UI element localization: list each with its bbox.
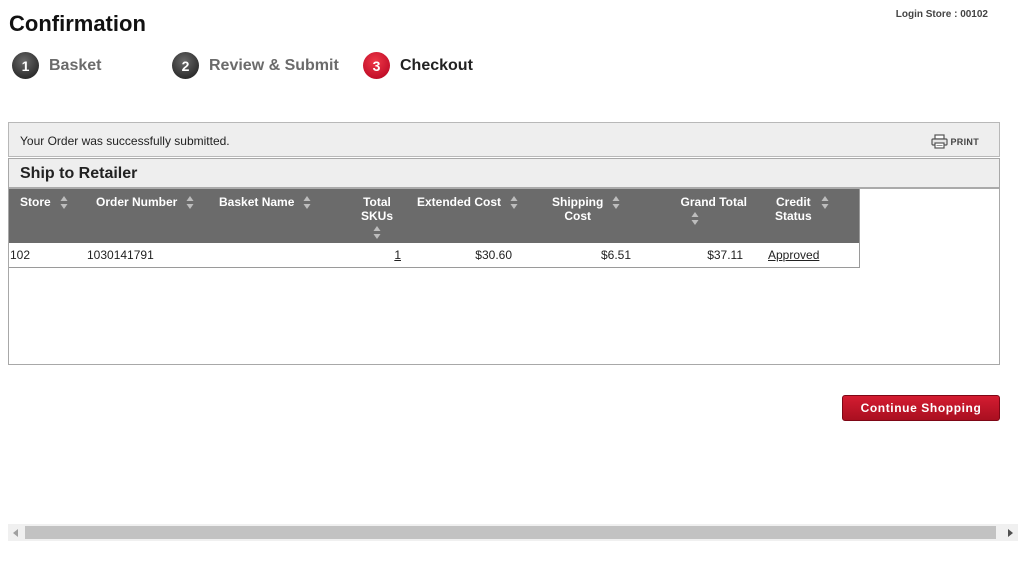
sort-icon xyxy=(691,212,699,225)
column-header-total-skus[interactable]: Total SKUs xyxy=(331,189,407,243)
column-header-extended-cost[interactable]: Extended Cost xyxy=(407,189,521,243)
sort-icon xyxy=(303,196,311,209)
sort-icon xyxy=(60,196,68,209)
table-header-row: Store Order Number Basket Name Total SKU… xyxy=(9,189,859,243)
step-number-1: 1 xyxy=(12,52,39,79)
ship-to-retailer-panel: Ship to Retailer Store Order Number Bask… xyxy=(8,158,1000,365)
order-status-bar: Your Order was successfully submitted. P… xyxy=(8,122,1000,157)
column-header-store[interactable]: Store xyxy=(9,189,77,243)
column-header-basket-name[interactable]: Basket Name xyxy=(203,189,331,243)
table-row: 102 1030141791 1 $30.60 $6.51 $37.11 App… xyxy=(9,243,859,267)
chevron-right-icon xyxy=(1008,528,1013,537)
step-label-checkout: Checkout xyxy=(400,56,473,74)
sort-icon xyxy=(510,196,518,209)
column-header-shipping-cost[interactable]: Shipping Cost xyxy=(521,189,641,243)
step-label-basket: Basket xyxy=(49,56,102,74)
print-label: PRINT xyxy=(950,136,979,147)
scroll-left-arrow[interactable] xyxy=(8,524,24,541)
total-skus-link[interactable]: 1 xyxy=(394,248,401,262)
cell-store: 102 xyxy=(10,248,31,262)
success-message: Your Order was successfully submitted. xyxy=(20,134,230,148)
sort-icon xyxy=(186,196,194,209)
login-store-label: Login Store : 00102 xyxy=(895,9,988,20)
orders-table-wrapper: Store Order Number Basket Name Total SKU… xyxy=(9,189,860,268)
print-button[interactable]: PRINT xyxy=(930,134,980,149)
step-checkout: 3 Checkout xyxy=(363,52,473,79)
cell-basket-name xyxy=(203,243,331,267)
cell-order-number: 1030141791 xyxy=(87,248,154,262)
cell-shipping-cost: $6.51 xyxy=(600,248,631,262)
step-basket[interactable]: 1 Basket xyxy=(12,52,101,79)
orders-table: Store Order Number Basket Name Total SKU… xyxy=(9,189,859,267)
scrollbar-thumb[interactable] xyxy=(25,526,996,539)
credit-status-link[interactable]: Approved xyxy=(768,248,819,262)
panel-title: Ship to Retailer xyxy=(20,165,138,182)
scroll-right-arrow[interactable] xyxy=(1002,524,1018,541)
panel-header: Ship to Retailer xyxy=(9,159,999,189)
printer-icon xyxy=(930,134,948,149)
column-header-credit-status[interactable]: Credit Status xyxy=(751,189,859,243)
cell-total-skus: 1 xyxy=(331,243,407,267)
page-title: Confirmation xyxy=(9,11,146,36)
sort-icon xyxy=(612,196,620,209)
sort-icon xyxy=(373,226,381,239)
step-review-submit[interactable]: 2 Review & Submit xyxy=(172,52,339,79)
continue-shopping-button[interactable]: Continue Shopping xyxy=(842,395,1000,421)
step-number-3: 3 xyxy=(363,52,390,79)
cell-credit-status: Approved xyxy=(751,243,859,267)
column-header-order-number[interactable]: Order Number xyxy=(77,189,203,243)
step-number-2: 2 xyxy=(172,52,199,79)
cell-grand-total: $37.11 xyxy=(707,248,743,262)
chevron-left-icon xyxy=(13,528,18,537)
cell-extended-cost: $30.60 xyxy=(475,248,512,262)
column-header-grand-total[interactable]: Grand Total xyxy=(641,189,751,243)
step-label-review-submit: Review & Submit xyxy=(209,56,339,74)
horizontal-scrollbar[interactable] xyxy=(8,524,1018,541)
sort-icon xyxy=(821,196,829,209)
